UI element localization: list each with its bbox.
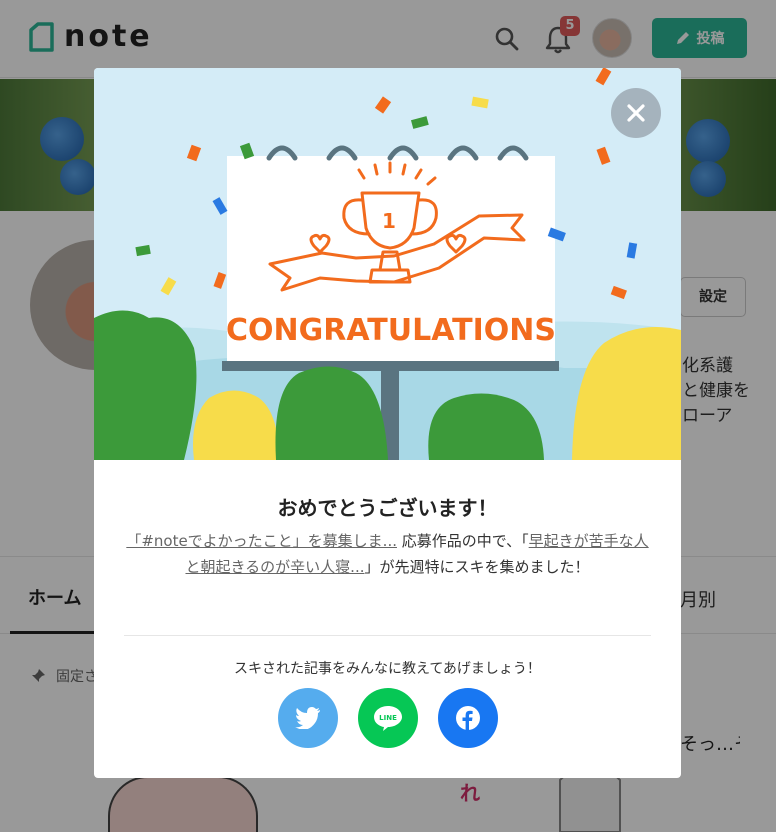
svg-text:1: 1 [382,209,396,233]
share-twitter-button[interactable] [278,688,338,748]
share-buttons: LINE [278,688,498,748]
modal-title: おめでとうございます！ [277,496,498,520]
congratulations-modal: 1 CONGRATULATIONS おめでとうございます！ 「#noteでよかっ… [94,68,681,778]
modal-message: 「#noteでよかったこと」を募集しま... 応募作品の中で、「早起きが苦手な人… [124,528,651,580]
line-icon: LINE [374,706,402,731]
close-icon [627,104,645,122]
divider [124,635,651,636]
share-line-button[interactable]: LINE [358,688,418,748]
share-prompt: スキされた記事をみんなに教えてあげましょう！ [234,661,541,677]
banner-text: CONGRATULATIONS [226,313,556,348]
svg-text:LINE: LINE [379,714,397,722]
facebook-icon [456,706,480,731]
message-text: 応募作品の中で、「 [396,532,529,550]
congratulations-illustration: 1 CONGRATULATIONS [94,68,681,460]
message-text-end: 」が先週特にスキを集めました！ [364,558,590,576]
close-button[interactable] [611,88,661,138]
share-facebook-button[interactable] [438,688,498,748]
twitter-icon [295,707,320,729]
contest-link[interactable]: 「#noteでよかったこと」を募集しま... [126,532,397,550]
